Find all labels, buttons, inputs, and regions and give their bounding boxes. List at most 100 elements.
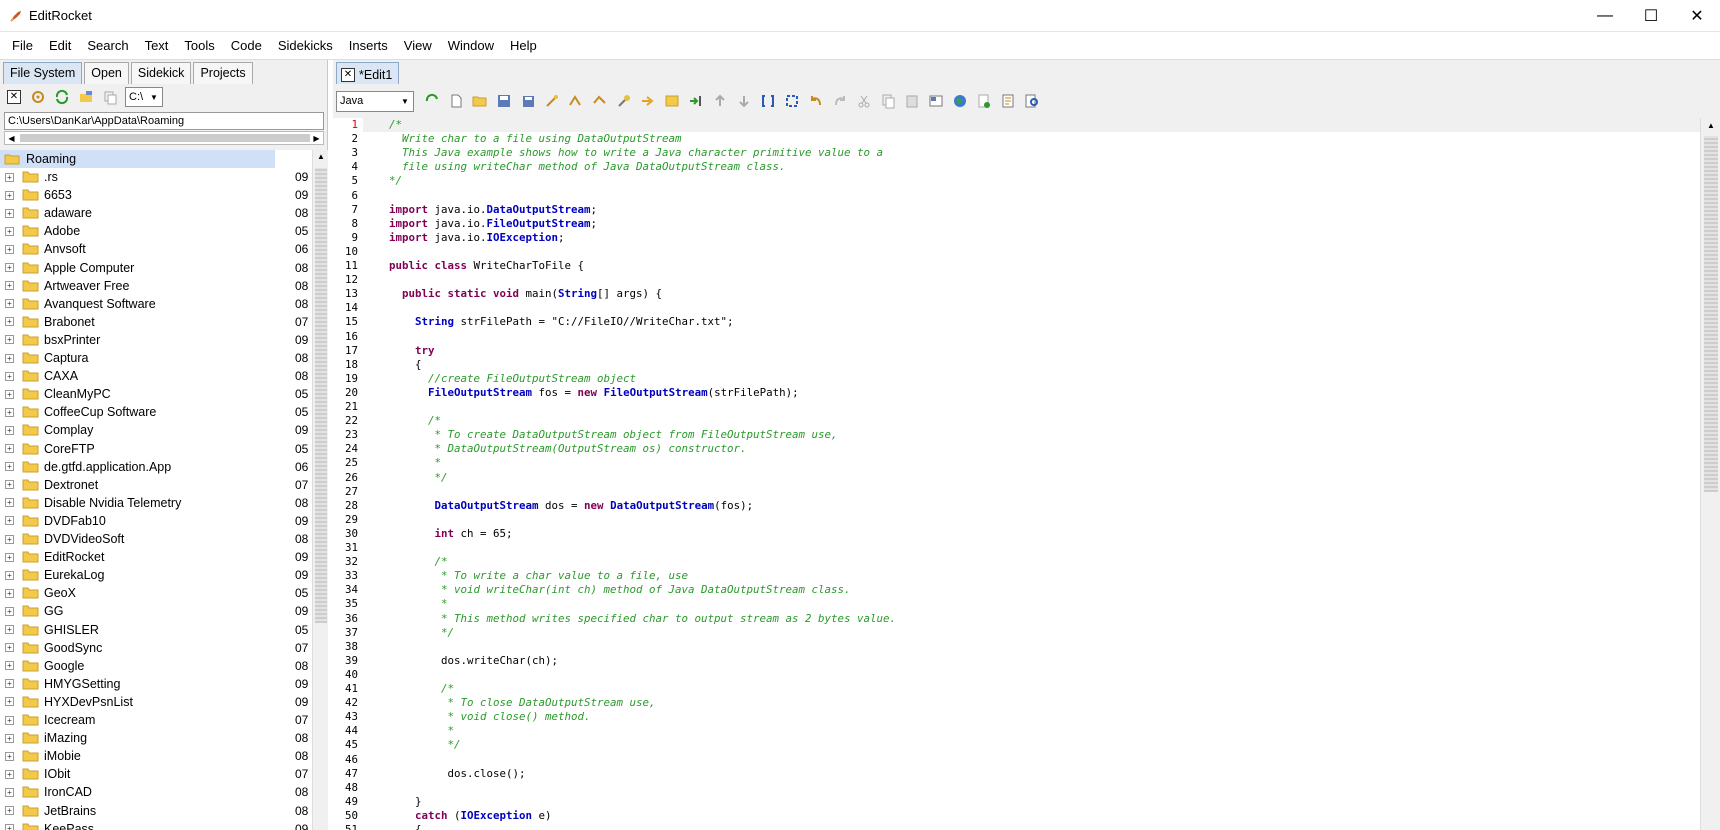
- folder-tools-icon[interactable]: [77, 88, 95, 106]
- code-line[interactable]: *: [363, 597, 448, 611]
- expand-icon[interactable]: [782, 91, 802, 111]
- tree-item[interactable]: + Avanquest Software 08: [0, 295, 312, 313]
- code-line[interactable]: *: [363, 456, 442, 470]
- tree-item[interactable]: + IronCAD 08: [0, 783, 312, 801]
- scroll-up-icon[interactable]: ▲: [1701, 118, 1720, 132]
- maximize-button[interactable]: ☐: [1628, 0, 1674, 32]
- list-doc-icon[interactable]: [998, 91, 1018, 111]
- menu-code[interactable]: Code: [223, 38, 270, 53]
- tree-item[interactable]: + iMazing 08: [0, 729, 312, 747]
- menu-tools[interactable]: Tools: [176, 38, 222, 53]
- tab-sidekick[interactable]: Sidekick: [130, 62, 192, 84]
- menu-search[interactable]: Search: [79, 38, 136, 53]
- tree-item[interactable]: + Dextronet 07: [0, 476, 312, 494]
- tree-item[interactable]: + HMYGSetting 09: [0, 675, 312, 693]
- code-editor[interactable]: 1 2 3 4 5 6 7 8 9 10 11 12 13 14 15 16 17 18 19 20 21 22 23 24 2…: [333, 118, 1700, 830]
- code-line[interactable]: /*: [363, 414, 441, 428]
- path-scrollbar[interactable]: ◀ ▶: [4, 131, 324, 145]
- expand-icon[interactable]: +: [5, 226, 14, 236]
- tree-scrollbar[interactable]: ▲: [312, 150, 328, 830]
- code-area[interactable]: /* Write char to a file using DataOutput…: [363, 118, 1700, 830]
- bracket-icon[interactable]: [758, 91, 778, 111]
- tree-item[interactable]: + CleanMyPC 05: [0, 385, 312, 403]
- scroll-thumb[interactable]: [20, 134, 310, 142]
- code-line[interactable]: * void close() method.: [363, 710, 591, 724]
- language-select[interactable]: Java ▼: [336, 90, 414, 112]
- copy-icon[interactable]: [878, 91, 898, 111]
- refresh-icon[interactable]: [53, 88, 71, 106]
- tab-projects[interactable]: Projects: [193, 62, 253, 84]
- scroll-thumb[interactable]: [1704, 136, 1718, 492]
- expand-icon[interactable]: +: [5, 172, 14, 182]
- save-icon[interactable]: [494, 91, 514, 111]
- scroll-right-icon[interactable]: ▶: [310, 132, 323, 144]
- code-line[interactable]: * void writeChar(int ch) method of Java …: [363, 583, 851, 597]
- expand-icon[interactable]: +: [5, 335, 14, 345]
- close-tab-icon[interactable]: ✕: [341, 68, 355, 82]
- expand-icon[interactable]: +: [5, 733, 14, 743]
- code-line[interactable]: DataOutputStream dos = new DataOutputStr…: [363, 499, 754, 513]
- menu-edit[interactable]: Edit: [41, 38, 79, 53]
- code-line[interactable]: {: [363, 823, 422, 830]
- expand-icon[interactable]: +: [5, 425, 14, 435]
- code-line[interactable]: */: [363, 738, 461, 752]
- tree-root[interactable]: Roaming: [0, 150, 275, 168]
- tree-item[interactable]: + bsxPrinter 09: [0, 331, 312, 349]
- tree-item[interactable]: + de.gtfd.application.App 06: [0, 458, 312, 476]
- menu-inserts[interactable]: Inserts: [341, 38, 396, 53]
- copy-path-icon[interactable]: [101, 88, 119, 106]
- code-line[interactable]: import java.io.DataOutputStream;: [363, 203, 597, 217]
- move-down-icon[interactable]: [734, 91, 754, 111]
- expand-icon[interactable]: +: [5, 190, 14, 200]
- tree-item[interactable]: + Adobe 05: [0, 222, 312, 240]
- expand-icon[interactable]: +: [5, 389, 14, 399]
- code-line[interactable]: import java.io.IOException;: [363, 231, 565, 245]
- expand-icon[interactable]: +: [5, 281, 14, 291]
- tree-item[interactable]: + DVDVideoSoft 08: [0, 530, 312, 548]
- wand-icon[interactable]: [542, 91, 562, 111]
- expand-icon[interactable]: +: [5, 824, 14, 830]
- scroll-up-icon[interactable]: ▲: [313, 150, 329, 164]
- code-line[interactable]: dos.writeChar(ch);: [363, 654, 558, 668]
- refresh-icon[interactable]: [422, 91, 442, 111]
- tree-item[interactable]: + iMobie 08: [0, 747, 312, 765]
- tab-edit1[interactable]: ✕ *Edit1: [336, 62, 400, 84]
- code-line[interactable]: */: [363, 174, 402, 188]
- code-line[interactable]: * DataOutputStream(OutputStream os) cons…: [363, 442, 747, 456]
- tree-item[interactable]: + .rs 09: [0, 168, 312, 186]
- add-page-icon[interactable]: [974, 91, 994, 111]
- code-line[interactable]: }: [363, 795, 422, 809]
- editor-scrollbar[interactable]: ▲: [1700, 118, 1720, 830]
- expand-icon[interactable]: +: [5, 679, 14, 689]
- code-line[interactable]: * To write a char value to a file, use: [363, 569, 688, 583]
- expand-icon[interactable]: +: [5, 371, 14, 381]
- tree-item[interactable]: + GHISLER 05: [0, 621, 312, 639]
- tree-item[interactable]: + Captura 08: [0, 349, 312, 367]
- tree-item[interactable]: + Brabonet 07: [0, 313, 312, 331]
- code-line[interactable]: */: [363, 626, 454, 640]
- open-folder-icon[interactable]: [470, 91, 490, 111]
- code-line[interactable]: dos.close();: [363, 767, 526, 781]
- tree-item[interactable]: + Google 08: [0, 657, 312, 675]
- expand-icon[interactable]: +: [5, 643, 14, 653]
- menu-window[interactable]: Window: [440, 38, 502, 53]
- expand-icon[interactable]: +: [5, 498, 14, 508]
- tab-open[interactable]: Open: [84, 62, 129, 84]
- tree-item[interactable]: + DVDFab10 09: [0, 512, 312, 530]
- code-line[interactable]: /*: [363, 682, 454, 696]
- move-up-icon[interactable]: [710, 91, 730, 111]
- tree-item[interactable]: + CoreFTP 05: [0, 440, 312, 458]
- paste-icon[interactable]: [902, 91, 922, 111]
- indent-icon[interactable]: [686, 91, 706, 111]
- code-line[interactable]: file using writeChar method of Java Data…: [363, 160, 786, 174]
- tab-file-system[interactable]: File System: [3, 62, 83, 84]
- code-line[interactable]: /*: [363, 118, 1700, 132]
- expand-icon[interactable]: +: [5, 299, 14, 309]
- code-line[interactable]: FileOutputStream fos = new FileOutputStr…: [363, 386, 799, 400]
- code-line[interactable]: * This method writes specified char to o…: [363, 612, 896, 626]
- tree-item[interactable]: + Artweaver Free 08: [0, 277, 312, 295]
- expand-icon[interactable]: +: [5, 806, 14, 815]
- expand-icon[interactable]: +: [5, 263, 14, 272]
- redo-icon[interactable]: [830, 91, 850, 111]
- menu-sidekicks[interactable]: Sidekicks: [270, 38, 341, 53]
